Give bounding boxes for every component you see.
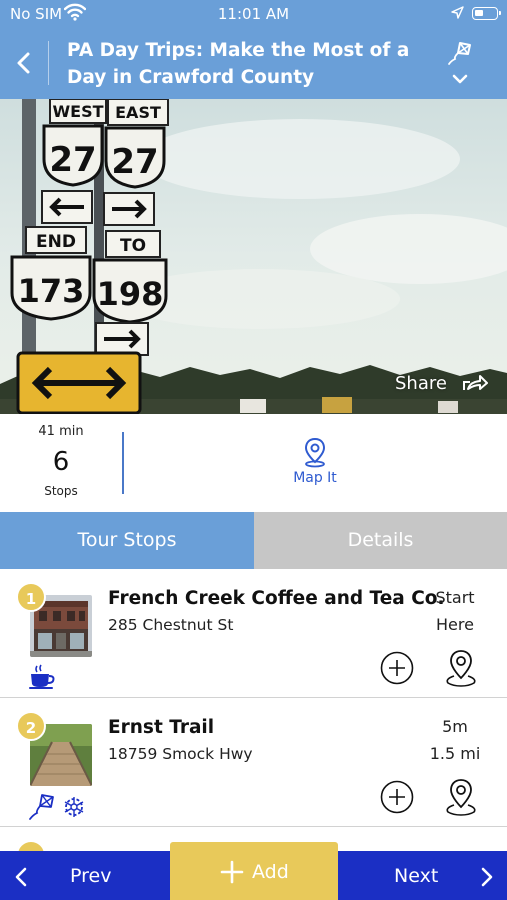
summary-divider bbox=[122, 432, 124, 494]
map-pin-icon bbox=[304, 437, 326, 468]
kite-icon[interactable] bbox=[446, 40, 474, 66]
stop-meta-line1: 5m bbox=[442, 717, 468, 736]
stop-name: Ernst Trail bbox=[108, 717, 215, 738]
prev-button[interactable]: Prev bbox=[70, 865, 111, 887]
map-it-button[interactable]: Map It bbox=[270, 436, 360, 498]
stop-address: 18759 Smock Hwy bbox=[108, 745, 253, 763]
tour-summary: 41 min 6 Stops Map It bbox=[0, 414, 507, 512]
add-circle-icon[interactable] bbox=[380, 780, 414, 814]
clock: 11:01 AM bbox=[217, 5, 290, 23]
sign-east-text: EAST bbox=[115, 103, 161, 122]
plus-icon bbox=[220, 860, 244, 884]
tab-details[interactable]: Details bbox=[254, 512, 507, 569]
sign-27-right-text: 27 bbox=[111, 142, 158, 182]
sign-to-text: TO bbox=[120, 236, 146, 256]
add-button-label: Add bbox=[252, 861, 289, 883]
stop-number-badge: 1 bbox=[16, 582, 46, 612]
map-pin-icon[interactable] bbox=[443, 649, 479, 687]
tour-duration: 41 min bbox=[38, 424, 84, 439]
add-button[interactable]: Add bbox=[170, 842, 338, 900]
chevron-down-icon[interactable] bbox=[451, 73, 469, 85]
status-bar: No SIM 11:01 AM bbox=[0, 0, 507, 27]
snowflake-sun-icon bbox=[64, 797, 84, 817]
kite-icon bbox=[29, 794, 54, 820]
chevron-right-icon[interactable] bbox=[479, 866, 495, 888]
road-signs-photo: WEST EAST 27 27 END TO 173 198 bbox=[0, 99, 507, 414]
map-pin-icon[interactable] bbox=[443, 778, 479, 816]
sign-173-text: 173 bbox=[18, 272, 85, 310]
chevron-left-icon[interactable] bbox=[13, 866, 29, 888]
stop-meta-line1: Start bbox=[435, 588, 475, 607]
sign-198-text: 198 bbox=[97, 275, 164, 313]
coffee-cup-icon bbox=[29, 664, 55, 689]
stop-meta-line2: Here bbox=[436, 615, 474, 634]
sign-end-text: END bbox=[36, 232, 76, 252]
stop-category-icons bbox=[28, 793, 92, 820]
stop-meta-line2: 1.5 mi bbox=[429, 744, 481, 763]
app-header: PA Day Trips: Make the Most of a Day in … bbox=[0, 27, 507, 99]
sign-west-text: WEST bbox=[52, 102, 103, 121]
stop-name: French Creek Coffee and Tea Co. bbox=[108, 588, 445, 609]
tab-tour-stops[interactable]: Tour Stops bbox=[0, 512, 254, 569]
stop-count: 6 bbox=[52, 447, 70, 477]
stops-label: Stops bbox=[44, 484, 78, 498]
sign-27-left-text: 27 bbox=[49, 140, 96, 180]
location-arrow-icon bbox=[451, 6, 464, 19]
stop-address: 285 Chestnut St bbox=[108, 616, 234, 634]
header-divider bbox=[48, 41, 49, 85]
stop-number-badge: 2 bbox=[16, 711, 46, 741]
battery-icon bbox=[472, 7, 501, 20]
next-button[interactable]: Next bbox=[394, 865, 438, 887]
stop-list-item[interactable]: 2 Ernst Trail 18759 Smock Hwy 5m 1.5 mi bbox=[0, 698, 507, 827]
add-circle-icon[interactable] bbox=[380, 651, 414, 685]
tab-bar: Tour Stops Details bbox=[0, 512, 507, 569]
share-label[interactable]: Share bbox=[395, 373, 447, 394]
stop-list-item[interactable]: 1 French Creek Coffee and Tea Co. 285 Ch… bbox=[0, 569, 507, 698]
hero-image: WEST EAST 27 27 END TO 173 198 Share bbox=[0, 99, 507, 414]
share-icon[interactable] bbox=[462, 373, 488, 393]
back-chevron-icon[interactable] bbox=[12, 49, 38, 77]
map-it-label: Map It bbox=[293, 470, 337, 486]
tour-title: PA Day Trips: Make the Most of a Day in … bbox=[67, 40, 410, 88]
